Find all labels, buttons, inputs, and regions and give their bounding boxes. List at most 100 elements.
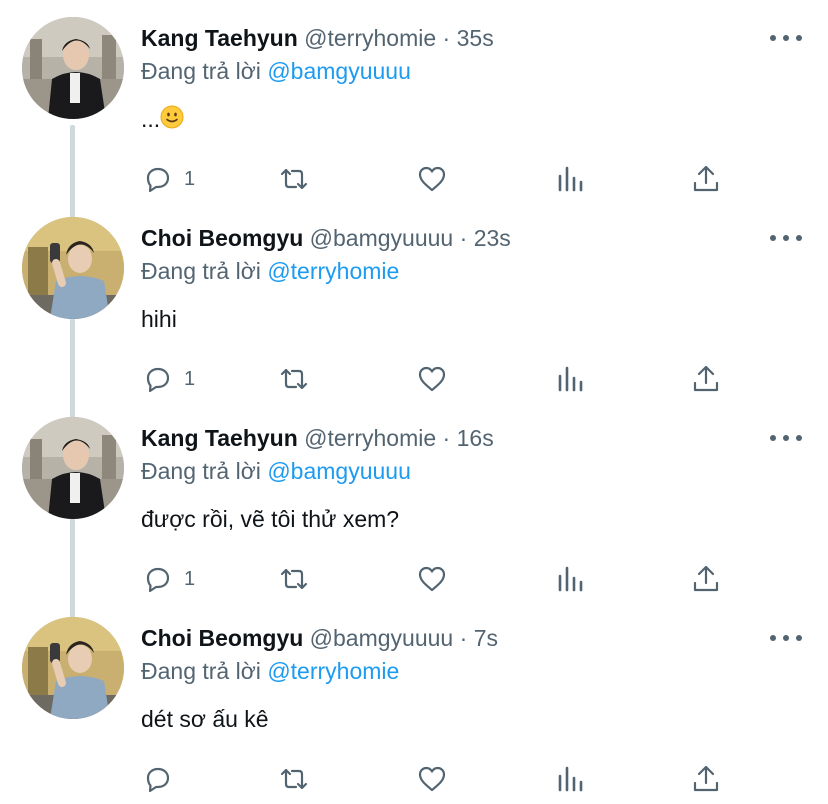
retweet-icon [280, 168, 308, 190]
stats-button[interactable] [555, 362, 587, 396]
slightly-smiling-face-icon [160, 105, 184, 135]
tweet-text: ... [141, 105, 184, 135]
tweet-header: Choi Beomgyu @bamgyuuuu · 7s [141, 624, 498, 652]
like-button[interactable] [416, 162, 448, 196]
tweet-text: dét sơ ấu kê [141, 705, 269, 733]
like-button[interactable] [416, 362, 448, 396]
replying-to: Đang trả lời @terryhomie [141, 257, 399, 285]
tweet-text: hihi [141, 305, 177, 333]
reply-button[interactable]: 1 [142, 562, 195, 596]
tweet-actions: 1 [0, 562, 828, 596]
tweet-actions: 1 [0, 162, 828, 196]
tweet-text-content: ... [141, 106, 161, 132]
author-name[interactable]: Choi Beomgyu [141, 625, 303, 651]
tweet-text: được rồi, vẽ tôi thử xem? [141, 505, 399, 533]
more-icon[interactable] [770, 26, 802, 50]
stats-button[interactable] [555, 162, 587, 196]
share-button[interactable] [690, 162, 722, 196]
tweet-text-content: hihi [141, 306, 177, 332]
reply-icon [146, 167, 170, 193]
separator-dot: · [442, 425, 451, 451]
heart-icon [418, 766, 446, 792]
separator-dot: · [442, 25, 451, 51]
tweet[interactable]: Kang Taehyun @terryhomie · 35s Đang trả … [0, 12, 828, 212]
tweet[interactable]: Choi Beomgyu @bamgyuuuu · 7s Đang trả lờ… [0, 612, 828, 804]
replying-to: Đang trả lời @terryhomie [141, 657, 399, 685]
reply-count: 1 [184, 567, 196, 590]
separator-dot: · [459, 625, 468, 651]
reply-button[interactable]: 1 [142, 362, 195, 396]
share-button[interactable] [690, 762, 722, 796]
share-button[interactable] [690, 562, 722, 596]
mention-link[interactable]: @terryhomie [267, 258, 399, 284]
timestamp[interactable]: 23s [474, 225, 511, 251]
reply-button[interactable] [142, 762, 184, 796]
reply-count: 1 [184, 167, 196, 190]
mention-link[interactable]: @bamgyuuuu [267, 458, 411, 484]
tweet-header: Kang Taehyun @terryhomie · 16s [141, 424, 494, 452]
avatar-kang-taehyun[interactable] [22, 417, 124, 519]
author-handle[interactable]: @bamgyuuuu [310, 625, 454, 651]
author-handle[interactable]: @terryhomie [304, 425, 436, 451]
retweet-icon [280, 568, 308, 590]
stats-button[interactable] [555, 762, 587, 796]
retweet-button[interactable] [278, 762, 310, 796]
stats-button[interactable] [555, 562, 587, 596]
share-icon [693, 765, 719, 792]
stats-icon [558, 566, 583, 592]
retweet-button[interactable] [278, 162, 310, 196]
tweet-text-content: được rồi, vẽ tôi thử xem? [141, 506, 400, 532]
avatar-choi-beomgyu[interactable] [22, 617, 124, 719]
retweet-button[interactable] [278, 562, 310, 596]
reply-icon [146, 767, 170, 793]
timestamp[interactable]: 35s [457, 25, 494, 51]
author-name[interactable]: Choi Beomgyu [141, 225, 303, 251]
tweet-text-content: dét sơ ấu kê [141, 706, 269, 732]
author-name[interactable]: Kang Taehyun [141, 25, 298, 51]
share-icon [693, 365, 719, 392]
tweet-header: Kang Taehyun @terryhomie · 35s [141, 24, 494, 52]
reply-icon [146, 567, 170, 593]
replying-prefix: Đang trả lời [141, 58, 268, 84]
like-button[interactable] [416, 562, 448, 596]
reply-icon [146, 367, 170, 393]
author-handle[interactable]: @terryhomie [304, 25, 436, 51]
retweet-icon [280, 368, 308, 390]
retweet-button[interactable] [278, 362, 310, 396]
more-icon[interactable] [770, 626, 802, 650]
author-handle[interactable]: @bamgyuuuu [310, 225, 454, 251]
heart-icon [418, 566, 446, 592]
separator-dot: · [459, 225, 468, 251]
share-icon [693, 165, 719, 192]
replying-prefix: Đang trả lời [141, 258, 268, 284]
stats-icon [558, 166, 583, 192]
timestamp[interactable]: 16s [457, 425, 494, 451]
avatar-kang-taehyun[interactable] [22, 17, 124, 119]
tweet[interactable]: Kang Taehyun @terryhomie · 16s Đang trả … [0, 412, 828, 612]
tweet[interactable]: Choi Beomgyu @bamgyuuuu · 23s Đang trả l… [0, 212, 828, 412]
retweet-icon [280, 768, 308, 790]
avatar-choi-beomgyu[interactable] [22, 217, 124, 319]
mention-link[interactable]: @terryhomie [267, 658, 399, 684]
tweet-actions [0, 762, 828, 796]
more-icon[interactable] [770, 226, 802, 250]
share-icon [693, 565, 719, 592]
tweet-actions: 1 [0, 362, 828, 396]
replying-to: Đang trả lời @bamgyuuuu [141, 57, 411, 85]
replying-prefix: Đang trả lời [141, 458, 268, 484]
replying-prefix: Đang trả lời [141, 658, 268, 684]
heart-icon [418, 366, 446, 392]
replying-to: Đang trả lời @bamgyuuuu [141, 457, 411, 485]
stats-icon [558, 766, 583, 792]
more-icon[interactable] [770, 426, 802, 450]
stats-icon [558, 366, 583, 392]
mention-link[interactable]: @bamgyuuuu [267, 58, 411, 84]
reply-count: 1 [184, 367, 196, 390]
author-name[interactable]: Kang Taehyun [141, 425, 298, 451]
like-button[interactable] [416, 762, 448, 796]
share-button[interactable] [690, 362, 722, 396]
tweet-header: Choi Beomgyu @bamgyuuuu · 23s [141, 224, 511, 252]
timestamp[interactable]: 7s [474, 625, 498, 651]
reply-button[interactable]: 1 [142, 162, 195, 196]
heart-icon [418, 166, 446, 192]
